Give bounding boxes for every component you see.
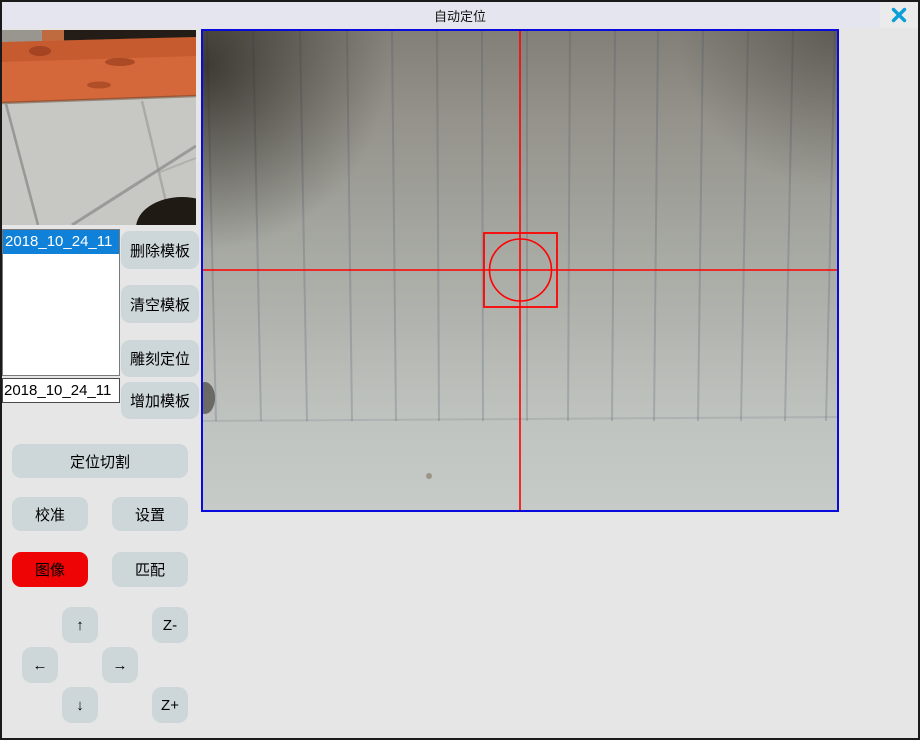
window-title: 自动定位	[434, 6, 486, 25]
title-bar: 自动定位	[2, 2, 918, 28]
image-button[interactable]: 图像	[12, 552, 88, 587]
camera-image	[203, 31, 837, 510]
calibrate-button[interactable]: 校准	[12, 497, 88, 531]
template-list-item[interactable]: 2018_10_24_11	[3, 230, 119, 254]
delete-template-button[interactable]: 删除模板	[121, 231, 199, 269]
settings-button[interactable]: 设置	[112, 497, 188, 531]
template-name-input[interactable]	[2, 378, 120, 403]
jog-left-button[interactable]: ←	[22, 647, 58, 683]
engrave-position-button[interactable]: 雕刻定位	[121, 340, 199, 377]
jog-down-button[interactable]: ↓	[62, 687, 98, 723]
jog-right-button[interactable]: →	[102, 647, 138, 683]
add-template-button[interactable]: 增加模板	[121, 382, 199, 419]
template-thumbnail	[2, 30, 196, 225]
z-plus-button[interactable]: Z+	[152, 687, 188, 723]
close-button[interactable]	[880, 2, 918, 28]
template-list[interactable]: 2018_10_24_11	[2, 229, 120, 376]
close-icon	[891, 7, 907, 23]
z-minus-button[interactable]: Z-	[152, 607, 188, 643]
auto-position-window: 自动定位	[0, 0, 920, 740]
match-button[interactable]: 匹配	[112, 552, 188, 587]
camera-view[interactable]	[201, 29, 839, 512]
clear-template-button[interactable]: 清空模板	[121, 285, 199, 323]
position-cut-button[interactable]: 定位切割	[12, 444, 188, 478]
jog-up-button[interactable]: ↑	[62, 607, 98, 643]
thumbnail-image	[2, 30, 196, 225]
